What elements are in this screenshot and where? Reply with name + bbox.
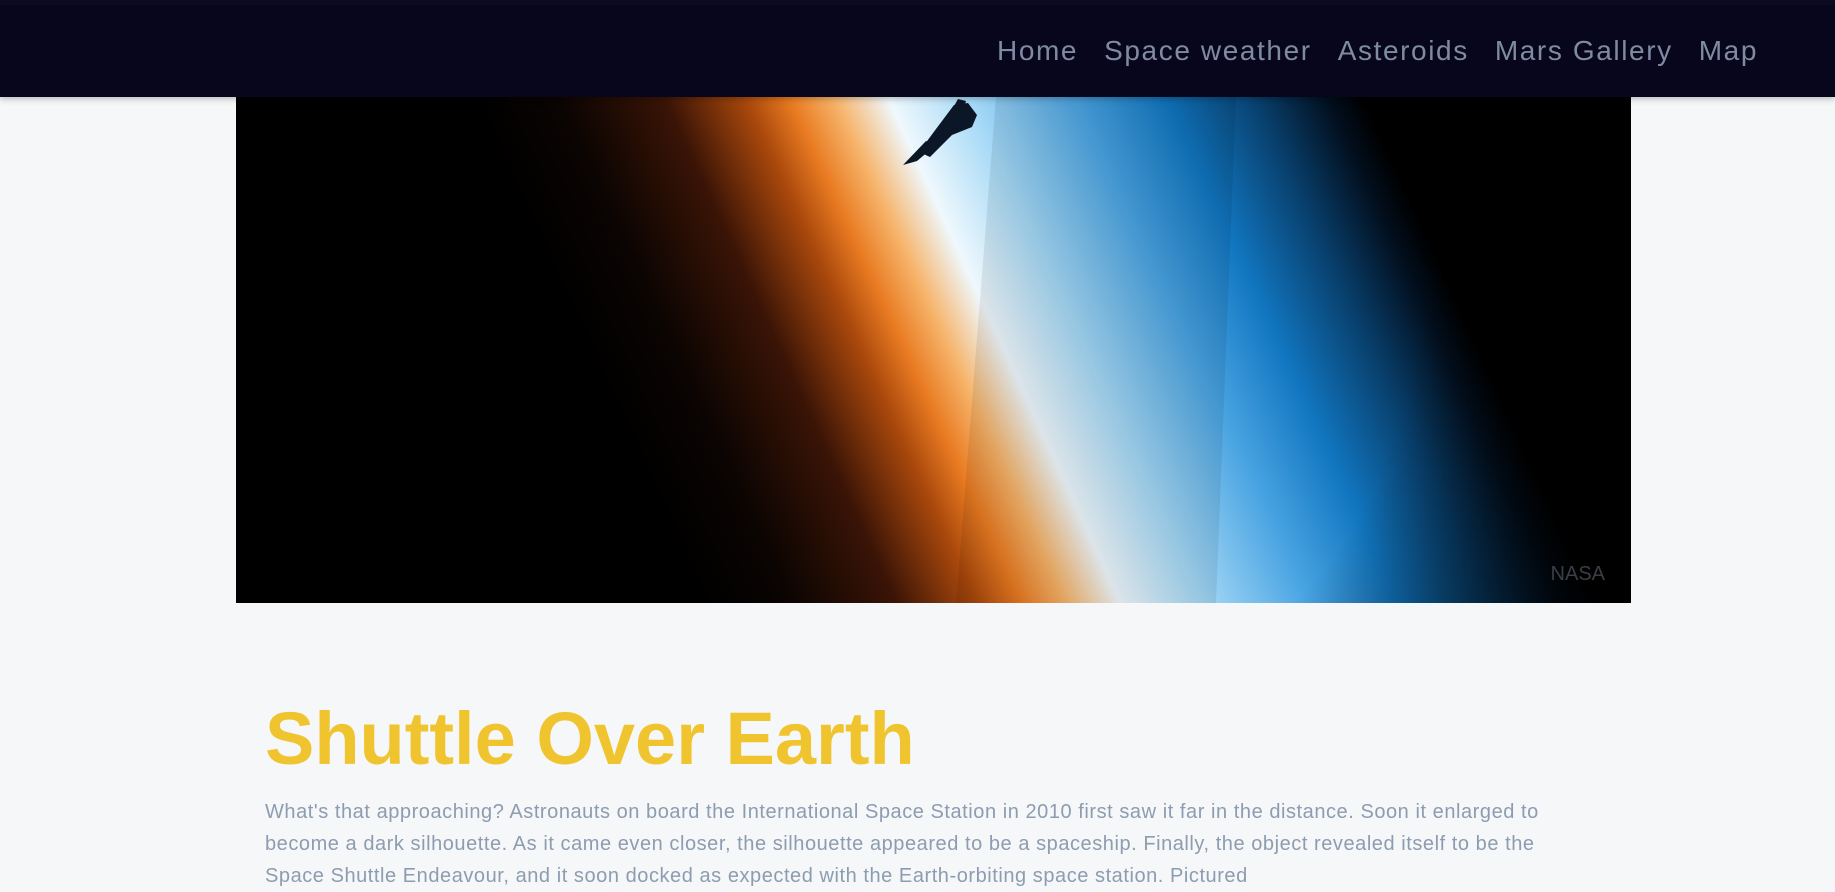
nav-link-asteroids[interactable]: Asteroids [1338,35,1469,67]
shuttle-over-earth-photo [236,97,1631,603]
image-credit: NASA [1550,563,1605,585]
nav-links: Home Space weather Asteroids Mars Galler… [997,35,1758,67]
top-navbar: Home Space weather Asteroids Mars Galler… [0,0,1835,97]
nav-link-space-weather[interactable]: Space weather [1104,35,1312,67]
nav-link-mars-gallery[interactable]: Mars Gallery [1495,35,1673,67]
article-description: What's that approaching? Astronauts on b… [265,801,1539,887]
nav-link-map[interactable]: Map [1699,35,1758,67]
hero-image: NASA [236,97,1631,603]
nav-link-home[interactable]: Home [997,35,1078,67]
page-title: Shuttle Over Earth [265,697,915,780]
